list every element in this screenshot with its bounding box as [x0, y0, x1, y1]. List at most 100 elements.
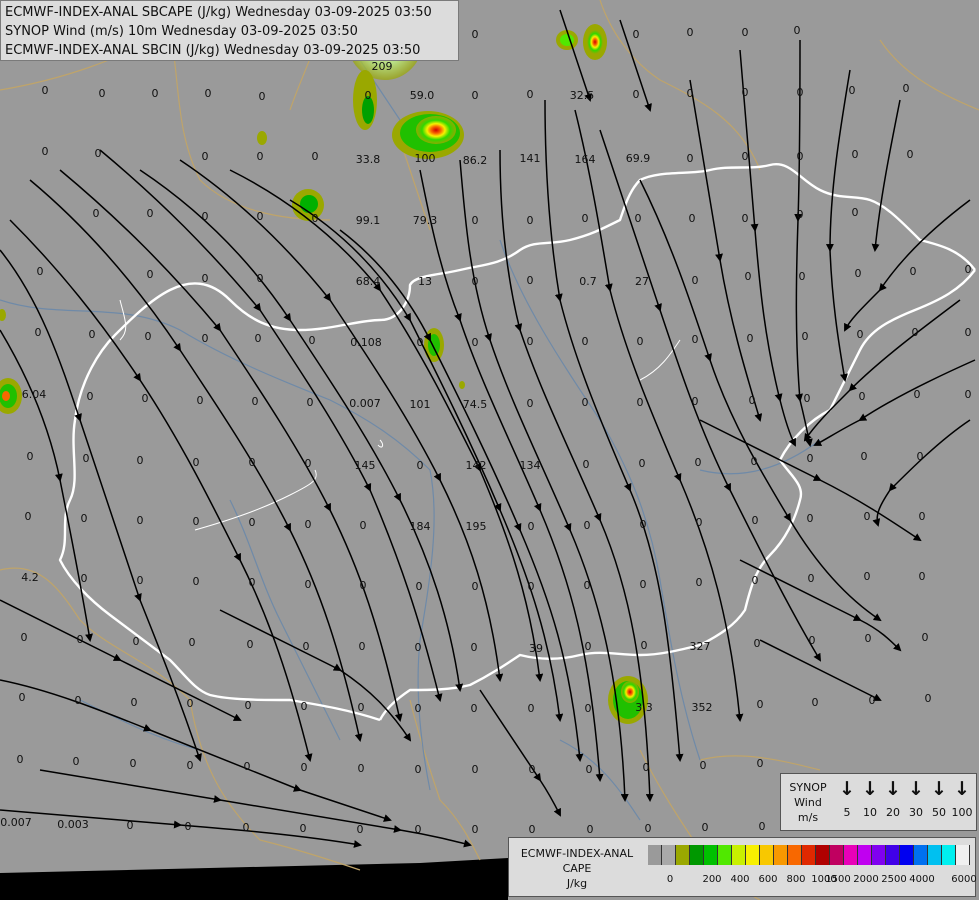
cin-value-label: 0	[759, 820, 766, 833]
map-header: ECMWF-INDEX-ANAL SBCAPE (J/kg) Wednesday…	[0, 0, 459, 61]
cape-color-swatch	[830, 845, 844, 865]
cin-value-label: 0	[137, 514, 144, 527]
cin-value-label: 0	[742, 150, 749, 163]
cin-value-label: 0	[757, 757, 764, 770]
cin-value-label: 0	[37, 265, 44, 278]
cin-value-label: 0	[633, 88, 640, 101]
cape-tick-label: 6000	[951, 874, 977, 885]
cape-color-swatch	[816, 845, 830, 865]
cin-value-label: 0	[307, 396, 314, 409]
cin-value-label: 0	[633, 28, 640, 41]
cin-value-label: 0	[93, 207, 100, 220]
cin-value-label: 0	[152, 87, 159, 100]
cin-value-label: 0	[912, 326, 919, 339]
cin-value-label: 0	[797, 150, 804, 163]
cin-value-label: 0	[584, 579, 591, 592]
cape-color-swatch	[732, 845, 746, 865]
cape-color-swatch	[858, 845, 872, 865]
cin-value-label: 0	[137, 454, 144, 467]
cin-value-label: 0	[752, 574, 759, 587]
wind-legend: SYNOP Wind m/s ↓ 5 ↓ 10 ↓ 20 ↓ 30 ↓ 50 ↓ 100	[780, 773, 977, 831]
cin-value-label: 0	[130, 757, 137, 770]
cin-value-label: 74.5	[463, 398, 488, 411]
cin-value-label: 0	[87, 390, 94, 403]
cape-scale-ticks: 0 200 400 600 800 1000 1500 2000 2500 4000 6000	[648, 874, 978, 888]
cin-value-label: 0	[95, 147, 102, 160]
header-cape-title: ECMWF-INDEX-ANAL SBCAPE (J/kg) Wednesday…	[5, 5, 432, 20]
cin-value-label: 0	[257, 150, 264, 163]
cin-value-label: 32.5	[570, 89, 595, 102]
cape-legend-title: ECMWF-INDEX-ANAL CAPE J/kg	[520, 847, 634, 890]
cin-value-label: 0	[635, 212, 642, 225]
cin-value-label: 0	[312, 212, 319, 225]
cape-tick-label: 1500	[825, 874, 851, 885]
cin-value-label: 0	[472, 214, 479, 227]
cin-value-label: 0	[247, 638, 254, 651]
cin-value-label: 0	[797, 86, 804, 99]
cin-value-label: 0	[696, 576, 703, 589]
cin-value-label: 0	[692, 395, 699, 408]
cin-value-label: 3.3	[635, 701, 653, 714]
cin-value-label: 0	[185, 820, 192, 833]
cin-value-label: 145	[355, 459, 376, 472]
cin-value-label: 0	[137, 574, 144, 587]
cin-value-label: 0	[25, 510, 32, 523]
cin-value-label: 164	[575, 153, 596, 166]
cin-value-label: 0	[416, 580, 423, 593]
cin-value-label: 0	[692, 333, 699, 346]
cin-value-label: 0	[859, 390, 866, 403]
cin-value-label: 0	[807, 452, 814, 465]
cin-value-label: 0	[187, 759, 194, 772]
cin-value-label: 0	[471, 702, 478, 715]
cin-value-label: 0	[643, 761, 650, 774]
cape-tick-label: 4000	[909, 874, 935, 885]
cin-value-label: 0	[131, 696, 138, 709]
cin-value-label: 79.3	[413, 214, 438, 227]
cin-value-label: 0	[754, 637, 761, 650]
weather-map[interactable]: 0 0 0 0 0 0 0 0 0 0 33.8 100 86.2 141 164 69.9 0 0 0 0 0 0 0 0 0…	[0, 0, 979, 900]
cin-value-label: 0	[365, 89, 372, 102]
cin-value-label: 0	[81, 572, 88, 585]
cape-color-swatch	[746, 845, 760, 865]
cin-value-label: 0	[202, 272, 209, 285]
cape-color-swatch	[718, 845, 732, 865]
cin-value-label: 0	[189, 636, 196, 649]
cin-value-label: 0	[742, 26, 749, 39]
cin-value-label: 0	[527, 214, 534, 227]
cin-value-label: 0	[252, 395, 259, 408]
wind-arrow-icon: ↓	[931, 778, 947, 800]
cin-value-label: 0	[687, 87, 694, 100]
map-background	[0, 0, 979, 900]
cin-value-label: 0	[695, 456, 702, 469]
cin-value-label: 0	[582, 335, 589, 348]
wind-legend-entry: ↓ 50	[928, 778, 950, 820]
cin-value-label: 0	[360, 579, 367, 592]
cin-value-label: 0	[914, 388, 921, 401]
cin-value-label: 0	[797, 208, 804, 221]
cin-value-label: 0	[35, 326, 42, 339]
cin-value-label: 39	[529, 642, 543, 655]
cin-value-label: 0	[852, 206, 859, 219]
cin-value-label: 0	[73, 755, 80, 768]
cin-value-label: 0	[865, 632, 872, 645]
cin-value-label: 0	[799, 270, 806, 283]
cape-color-swatch	[844, 845, 858, 865]
cin-value-label: 0	[358, 762, 365, 775]
cape-color-swatch	[900, 845, 914, 865]
wind-legend-entry: ↓ 20	[882, 778, 904, 820]
cin-value-label: 0	[637, 335, 644, 348]
cin-value-label: 0	[202, 150, 209, 163]
cin-value-label: 0	[751, 455, 758, 468]
cin-value-label: 0	[809, 634, 816, 647]
cin-value-label: 33.8	[356, 153, 381, 166]
cin-value-label: 0	[472, 580, 479, 593]
cin-value-label: 0	[742, 212, 749, 225]
cin-value-label: 0	[417, 459, 424, 472]
cin-value-label: 0	[245, 699, 252, 712]
cin-value-label: 0	[965, 326, 972, 339]
cin-value-label: 100	[415, 152, 436, 165]
cin-value-label: 0	[645, 822, 652, 835]
cin-value-label: 0	[640, 518, 647, 531]
wind-legend-entry: ↓ 100	[951, 778, 973, 819]
wind-arrow-icon: ↓	[954, 778, 970, 800]
